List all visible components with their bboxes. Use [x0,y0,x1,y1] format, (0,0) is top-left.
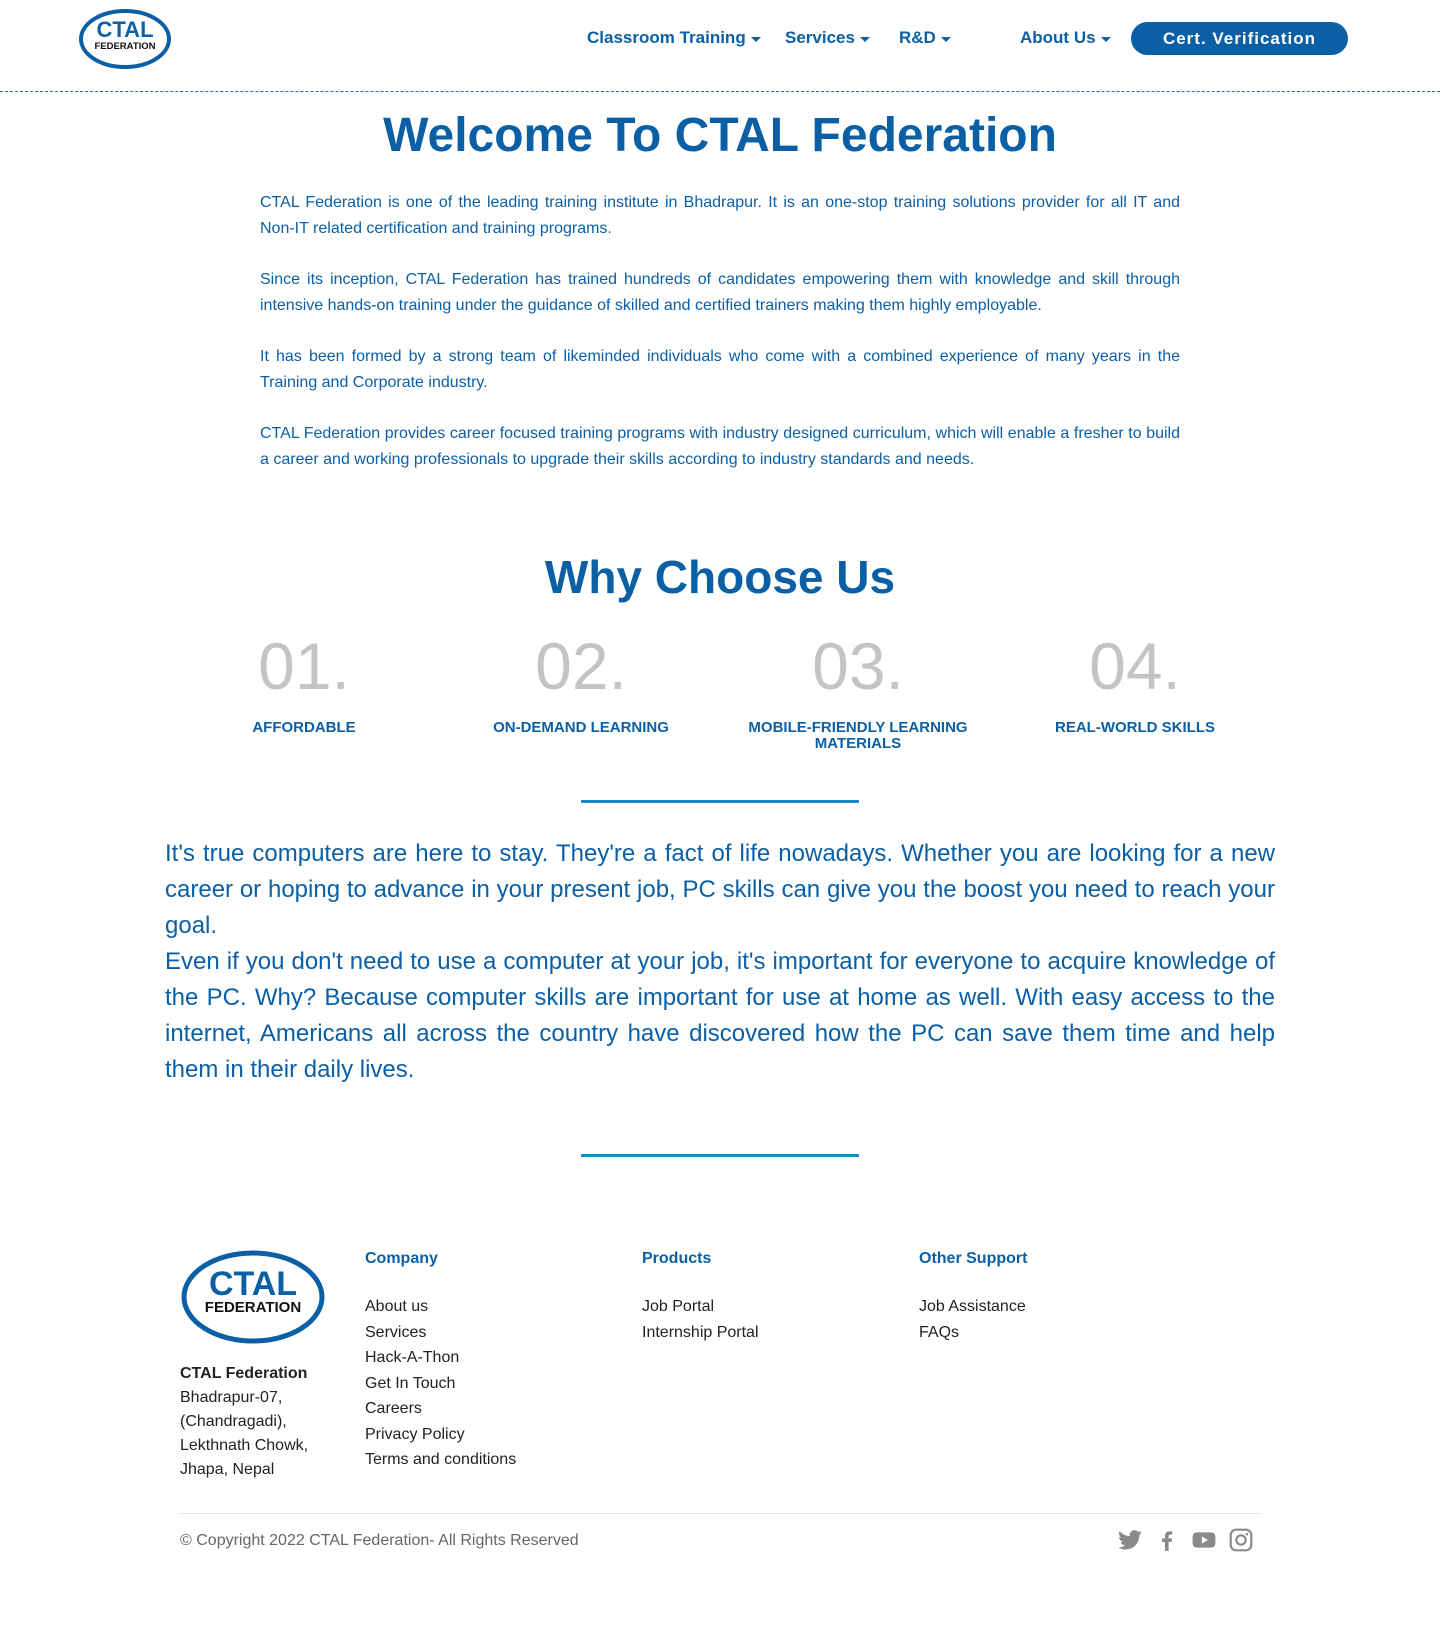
page-title: Welcome To CTAL Federation [383,109,1057,162]
footer-link-get-in-touch[interactable]: Get In Touch [365,1371,516,1397]
section-divider [581,1154,859,1157]
facebook-icon[interactable] [1154,1527,1180,1553]
nav-about-us[interactable]: About Us [1020,28,1111,48]
intro-paragraph: CTAL Federation provides career focused … [260,425,1180,468]
nav-rd[interactable]: R&D [899,28,951,48]
cert-verification-button[interactable]: Cert. Verification [1131,22,1348,55]
section-divider [581,800,859,803]
feature-mobile-friendly: 03. MOBILE-FRIENDLY LEARNING MATERIALS [728,628,988,752]
chevron-down-icon [859,36,870,42]
footer-ctal-logo[interactable]: CTAL FEDERATION [180,1248,326,1344]
footer-link-services[interactable]: Services [365,1320,516,1346]
footer-link-hack-a-thon[interactable]: Hack-A-Thon [365,1345,516,1371]
chevron-down-icon [940,36,951,42]
intro-paragraph: It has been formed by a strong team of l… [260,348,1180,391]
address-line: Lekthnath Chowk, [180,1437,309,1454]
nav-services[interactable]: Services [785,28,870,48]
nav-classroom-training-label: Classroom Training [587,28,746,47]
why-paragraph: It's true computers are here to stay. Th… [165,840,1275,939]
footer-link-internship-portal[interactable]: Internship Portal [642,1320,759,1346]
footer-divider [180,1513,1260,1514]
feature-label: ON-DEMAND LEARNING [493,719,669,736]
intro-paragraph: CTAL Federation is one of the leading tr… [260,194,1180,237]
feature-label: MOBILE-FRIENDLY LEARNING MATERIALS [748,719,968,752]
feature-label: REAL-WORLD SKILLS [1055,719,1215,736]
footer-link-job-assistance[interactable]: Job Assistance [919,1294,1027,1320]
footer-link-job-portal[interactable]: Job Portal [642,1294,759,1320]
footer-link-about-us[interactable]: About us [365,1294,516,1320]
footer-column-company: Company About us Services Hack-A-Thon Ge… [365,1250,516,1473]
feature-number: 04. [1089,629,1181,703]
feature-number: 01. [258,629,350,703]
footer-logo-text-top: CTAL [209,1265,297,1303]
nav-classroom-training[interactable]: Classroom Training [587,28,761,48]
feature-real-world-skills: 04. REAL-WORLD SKILLS [1005,628,1265,736]
feature-number: 02. [535,629,627,703]
feature-affordable: 01. AFFORDABLE [174,628,434,736]
footer-column-title: Products [642,1250,712,1267]
nav-about-us-label: About Us [1020,28,1096,47]
why-paragraph: Even if you don't need to use a computer… [165,948,1275,1083]
chevron-down-icon [1100,36,1111,42]
footer-address: CTAL Federation Bhadrapur-07, (Chandraga… [180,1362,308,1482]
feature-number: 03. [812,629,904,703]
footer-column-title: Other Support [919,1250,1028,1267]
address-line: Bhadrapur-07, [180,1389,283,1406]
footer-column-title: Company [365,1250,438,1267]
address-line: (Chandragadi), [180,1413,287,1430]
youtube-icon[interactable] [1191,1527,1217,1553]
feature-on-demand-learning: 02. ON-DEMAND LEARNING [451,628,711,736]
chevron-down-icon [750,36,761,42]
footer-link-terms[interactable]: Terms and conditions [365,1447,516,1473]
intro-paragraph: Since its inception, CTAL Federation has… [260,271,1180,314]
copyright-text: © Copyright 2022 CTAL Federation- All Ri… [180,1532,579,1549]
footer-company-name: CTAL Federation [180,1365,308,1382]
instagram-icon[interactable] [1228,1527,1254,1553]
why-choose-us-heading: Why Choose Us [544,551,896,603]
footer-logo-text-bottom: FEDERATION [205,1299,301,1316]
twitter-icon[interactable] [1117,1527,1143,1553]
footer-link-faqs[interactable]: FAQs [919,1320,1027,1346]
nav-services-label: Services [785,28,855,47]
nav-rd-label: R&D [899,28,936,47]
footer-column-other-support: Other Support Job Assistance FAQs [919,1250,1027,1345]
site-header: CTAL FEDERATION Classroom Training Servi… [0,0,1440,92]
footer-link-privacy-policy[interactable]: Privacy Policy [365,1422,516,1448]
address-line: Jhapa, Nepal [180,1461,275,1478]
feature-label: AFFORDABLE [252,719,356,736]
footer-column-products: Products Job Portal Internship Portal [642,1250,759,1345]
why-body-text: It's true computers are here to stay. Th… [165,836,1275,1088]
intro-section: CTAL Federation is one of the leading tr… [260,190,1180,498]
footer-link-careers[interactable]: Careers [365,1396,516,1422]
